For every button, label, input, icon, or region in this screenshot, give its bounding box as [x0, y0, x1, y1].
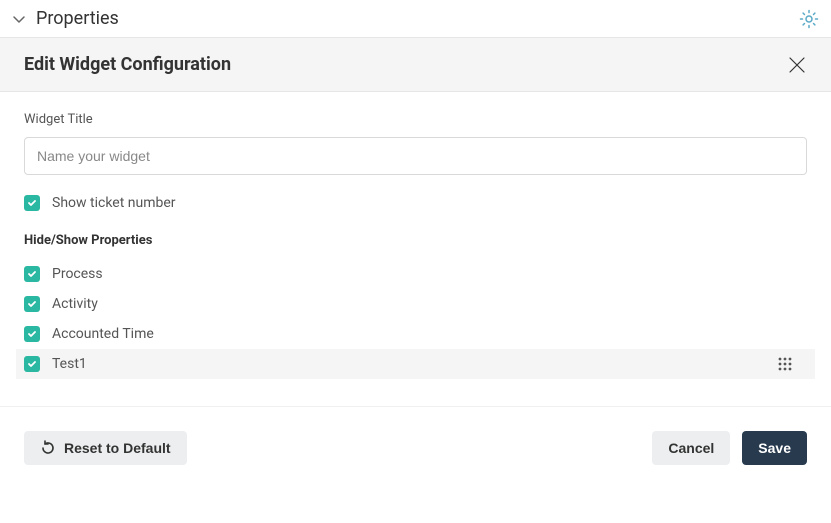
drag-handle-icon[interactable] — [777, 356, 793, 372]
reset-label: Reset to Default — [64, 440, 171, 456]
modal-body: Widget Title Show ticket number Hide/Sho… — [0, 92, 831, 394]
property-checkbox[interactable] — [24, 296, 40, 312]
close-icon[interactable] — [787, 55, 807, 75]
show-ticket-number-label: Show ticket number — [52, 195, 176, 211]
modal-header: Edit Widget Configuration — [0, 38, 831, 92]
chevron-down-icon[interactable] — [12, 12, 26, 26]
hide-show-properties-label: Hide/Show Properties — [24, 233, 807, 248]
widget-title-input[interactable] — [24, 137, 807, 175]
modal-title: Edit Widget Configuration — [24, 54, 231, 75]
reset-to-default-button[interactable]: Reset to Default — [24, 431, 187, 465]
property-row-test1[interactable]: Test1 — [16, 349, 815, 379]
property-row-accounted-time[interactable]: Accounted Time — [16, 319, 815, 349]
property-label: Accounted Time — [52, 326, 154, 342]
save-button[interactable]: Save — [742, 431, 807, 465]
reset-icon — [40, 440, 56, 456]
property-checkbox[interactable] — [24, 356, 40, 372]
gear-icon[interactable] — [799, 9, 819, 29]
show-ticket-number-row[interactable]: Show ticket number — [24, 195, 807, 211]
properties-list: Created By Process Activity Accounted Ti… — [16, 254, 815, 394]
widget-title-label: Widget Title — [24, 112, 807, 127]
property-row-process[interactable]: Process — [16, 259, 815, 289]
show-ticket-number-checkbox[interactable] — [24, 195, 40, 211]
property-checkbox[interactable] — [24, 326, 40, 342]
panel-header-left: Properties — [12, 8, 119, 29]
panel-title: Properties — [36, 8, 119, 29]
properties-panel-header: Properties — [0, 0, 831, 38]
property-label: Activity — [52, 296, 98, 312]
property-label: Process — [52, 266, 103, 282]
property-label: Test1 — [52, 356, 87, 372]
modal-footer: Reset to Default Cancel Save — [0, 406, 831, 489]
property-row-activity[interactable]: Activity — [16, 289, 815, 319]
cancel-button[interactable]: Cancel — [652, 431, 730, 465]
property-checkbox[interactable] — [24, 266, 40, 282]
